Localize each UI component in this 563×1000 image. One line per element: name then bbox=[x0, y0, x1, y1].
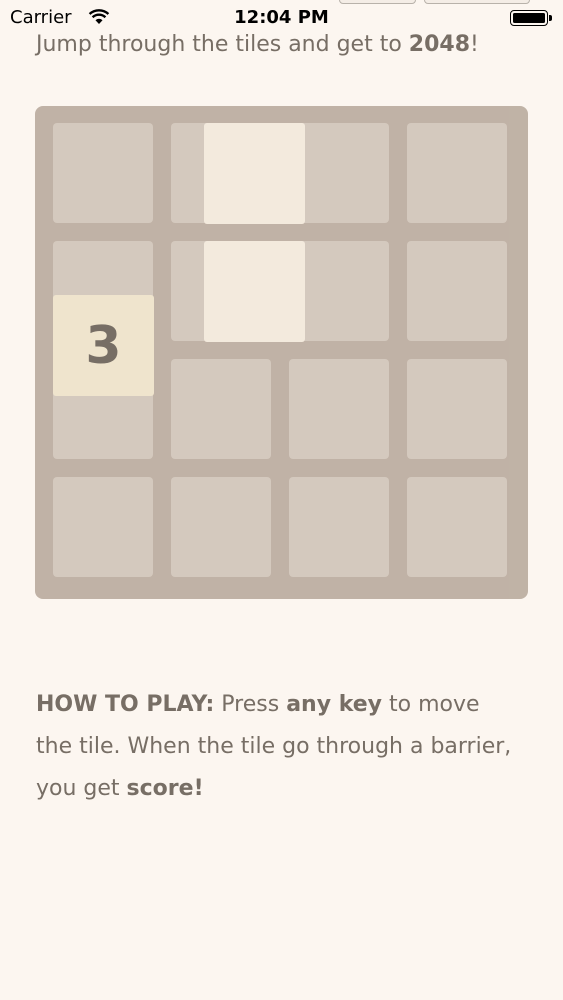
board-cell bbox=[407, 241, 507, 341]
clock: 12:04 PM bbox=[234, 7, 329, 28]
intro-goal: 2048 bbox=[408, 32, 471, 57]
board-cell bbox=[407, 123, 507, 223]
status-bar: Carrier 12:04 PM bbox=[0, 0, 563, 36]
player-tile: 3 bbox=[53, 295, 154, 396]
board-cell bbox=[171, 477, 271, 577]
board-cell bbox=[53, 477, 153, 577]
board-cell bbox=[407, 477, 507, 577]
board-cell bbox=[407, 359, 507, 459]
board-cell bbox=[171, 359, 271, 459]
board-cell bbox=[289, 359, 389, 459]
barrier-tile bbox=[204, 241, 305, 342]
board-cell bbox=[289, 477, 389, 577]
how-to-play-score: score! bbox=[126, 776, 204, 801]
board-cell bbox=[53, 123, 153, 223]
top-edge-bar-right bbox=[424, 0, 530, 4]
how-to-play-label: HOW TO PLAY: bbox=[36, 692, 215, 717]
how-to-play-any-key: any key bbox=[286, 692, 382, 717]
battery-icon bbox=[510, 10, 552, 26]
barrier-tile bbox=[204, 123, 305, 224]
how-to-play-text-1: Press bbox=[214, 692, 287, 717]
intro-text-after: ! bbox=[470, 32, 479, 57]
intro-text: Jump through the tiles and get to 2048! bbox=[36, 32, 479, 57]
top-edge-bar-left bbox=[339, 0, 416, 4]
how-to-play-text: HOW TO PLAY: Press any key to move the t… bbox=[36, 684, 516, 810]
intro-text-before: Jump through the tiles and get to bbox=[36, 32, 409, 57]
